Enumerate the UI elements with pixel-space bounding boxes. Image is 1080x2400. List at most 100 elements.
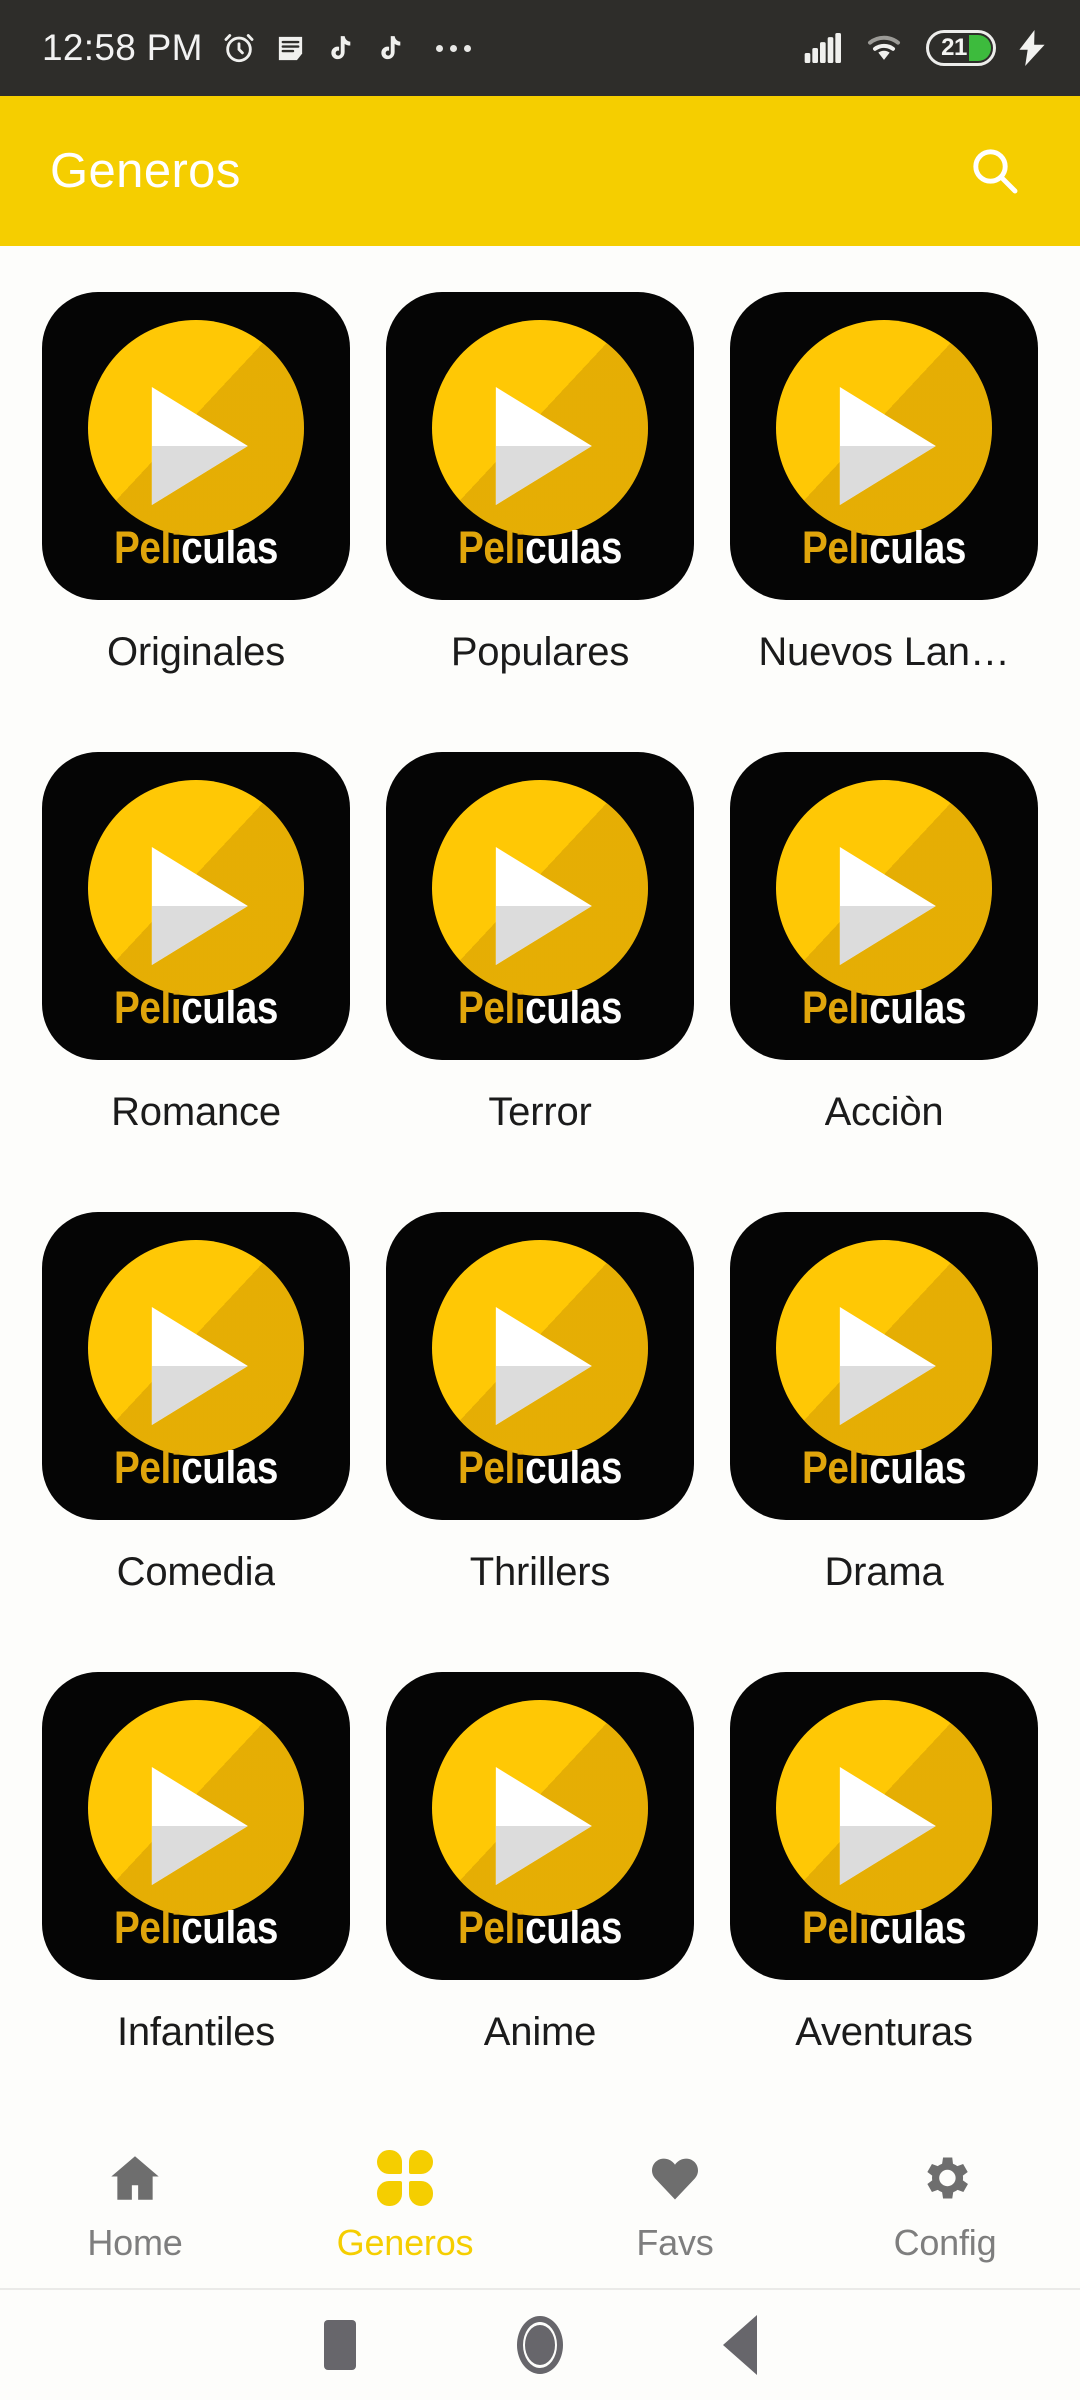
tile-brand-text: Peliculas xyxy=(64,1445,329,1490)
genre-grid: Peliculas Originales Peliculas Populares Pel… xyxy=(0,246,1080,2110)
genre-tile[interactable]: Peliculas xyxy=(42,1672,350,1980)
genre-cell: Peliculas Originales xyxy=(24,292,368,752)
tile-brand-suffix: culas xyxy=(181,1442,278,1493)
genre-label: Drama xyxy=(824,1550,944,1594)
genre-label: Nuevos Lan… xyxy=(758,630,1010,674)
genre-label: Thrillers xyxy=(469,1550,611,1594)
tile-brand-text: Peliculas xyxy=(752,985,1017,1030)
back-triangle-icon xyxy=(723,2315,757,2375)
genre-tile[interactable]: Peliculas xyxy=(730,292,1038,600)
app-bar-actions xyxy=(952,129,1036,213)
status-bar-left: 12:58 PM xyxy=(42,27,471,69)
genre-label: Populares xyxy=(450,630,630,674)
tile-brand-text: Peliculas xyxy=(64,525,329,570)
app-bar: Generos xyxy=(0,96,1080,246)
tile-brand-prefix: Peli xyxy=(114,1902,182,1953)
tile-brand-text: Peliculas xyxy=(408,985,673,1030)
genre-cell: Peliculas Populares xyxy=(368,292,712,752)
tile-brand-text: Peliculas xyxy=(408,1905,673,1950)
genre-tile[interactable]: Peliculas xyxy=(730,1672,1038,1980)
phone-screen: 12:58 PM 21 Generos Peliculas Originales… xyxy=(0,0,1080,2400)
genre-cell: Peliculas Aventuras xyxy=(712,1672,1056,2132)
genre-tile[interactable]: Peliculas xyxy=(386,752,694,1060)
status-bar-right: 21 xyxy=(804,30,1046,66)
genre-cell: Peliculas Nuevos Lan… xyxy=(712,292,1056,752)
genre-tile[interactable]: Peliculas xyxy=(730,752,1038,1060)
genre-tile[interactable]: Peliculas xyxy=(386,292,694,600)
tile-brand-suffix: culas xyxy=(525,1902,622,1953)
tile-brand-suffix: culas xyxy=(525,1442,622,1493)
heart-icon xyxy=(647,2147,703,2209)
recents-square-icon xyxy=(324,2320,356,2370)
tile-brand-text: Peliculas xyxy=(752,1905,1017,1950)
search-icon xyxy=(966,142,1022,201)
tile-brand-suffix: culas xyxy=(525,522,622,573)
tile-brand-prefix: Peli xyxy=(114,982,182,1033)
nav-label: Generos xyxy=(336,2221,474,2263)
status-bar: 12:58 PM 21 xyxy=(0,0,1080,96)
tile-brand-text: Peliculas xyxy=(64,1905,329,1950)
genre-label: Acciòn xyxy=(824,1090,944,1134)
tile-brand-prefix: Peli xyxy=(458,1442,526,1493)
nav-item-home[interactable]: Home xyxy=(0,2139,270,2261)
genre-tile[interactable]: Peliculas xyxy=(386,1672,694,1980)
tile-brand-prefix: Peli xyxy=(458,1902,526,1953)
nav-item-config[interactable]: Config xyxy=(810,2139,1080,2261)
genre-label: Infantiles xyxy=(116,2010,276,2054)
alarm-clock-icon xyxy=(222,31,256,65)
genre-cell: Peliculas Comedia xyxy=(24,1212,368,1672)
tile-brand-text: Peliculas xyxy=(64,985,329,1030)
genre-cell: Peliculas Infantiles xyxy=(24,1672,368,2132)
nav-item-generos[interactable]: Generos xyxy=(270,2139,540,2261)
tile-brand-text: Peliculas xyxy=(752,1445,1017,1490)
search-button[interactable] xyxy=(952,129,1036,213)
system-navigation-bar xyxy=(0,2290,1080,2400)
tile-brand-suffix: culas xyxy=(869,1442,966,1493)
genre-cell: Peliculas Thrillers xyxy=(368,1212,712,1672)
genre-label: Comedia xyxy=(116,1550,276,1594)
tile-brand-suffix: culas xyxy=(181,982,278,1033)
genre-cell: Peliculas Drama xyxy=(712,1212,1056,1672)
tile-brand-prefix: Peli xyxy=(802,1902,870,1953)
genre-label: Romance xyxy=(111,1090,281,1134)
grid-icon xyxy=(377,2147,433,2209)
bottom-navigation: Home Generos Favs Config xyxy=(0,2110,1080,2290)
tile-brand-suffix: culas xyxy=(181,1902,278,1953)
nav-label: Config xyxy=(893,2221,997,2263)
battery-level-fill xyxy=(969,35,991,61)
tile-brand-prefix: Peli xyxy=(114,1442,182,1493)
nav-item-favs[interactable]: Favs xyxy=(540,2139,810,2261)
genre-cell: Peliculas Terror xyxy=(368,752,712,1212)
genre-label: Aventuras xyxy=(795,2010,973,2054)
tile-brand-suffix: culas xyxy=(181,522,278,573)
genre-cell: Peliculas Acciòn xyxy=(712,752,1056,1212)
tile-brand-prefix: Peli xyxy=(114,522,182,573)
page-title: Generos xyxy=(50,143,241,198)
tiktok-icon xyxy=(375,33,406,64)
nav-label: Home xyxy=(87,2221,183,2263)
battery-percent-label: 21 xyxy=(941,34,967,61)
charging-bolt-icon xyxy=(1018,30,1046,66)
genre-tile[interactable]: Peliculas xyxy=(42,292,350,600)
genre-tile[interactable]: Peliculas xyxy=(386,1212,694,1520)
tile-brand-suffix: culas xyxy=(869,1902,966,1953)
tile-brand-prefix: Peli xyxy=(458,522,526,573)
notes-icon xyxy=(275,33,306,64)
signal-icon xyxy=(804,33,842,63)
home-icon xyxy=(106,2147,164,2209)
back-button[interactable] xyxy=(640,2315,840,2375)
genre-tile[interactable]: Peliculas xyxy=(42,1212,350,1520)
tiktok-icon xyxy=(325,33,356,64)
genre-tile[interactable]: Peliculas xyxy=(42,752,350,1060)
status-bar-clock: 12:58 PM xyxy=(42,27,203,68)
tile-brand-prefix: Peli xyxy=(802,522,870,573)
tile-brand-text: Peliculas xyxy=(408,525,673,570)
genre-cell: Peliculas Anime xyxy=(368,1672,712,2132)
tile-brand-suffix: culas xyxy=(869,522,966,573)
home-button[interactable] xyxy=(440,2316,640,2374)
genre-label: Terror xyxy=(488,1090,592,1134)
nav-label: Favs xyxy=(636,2221,714,2263)
tile-brand-prefix: Peli xyxy=(802,1442,870,1493)
genre-tile[interactable]: Peliculas xyxy=(730,1212,1038,1520)
recents-button[interactable] xyxy=(240,2320,440,2370)
